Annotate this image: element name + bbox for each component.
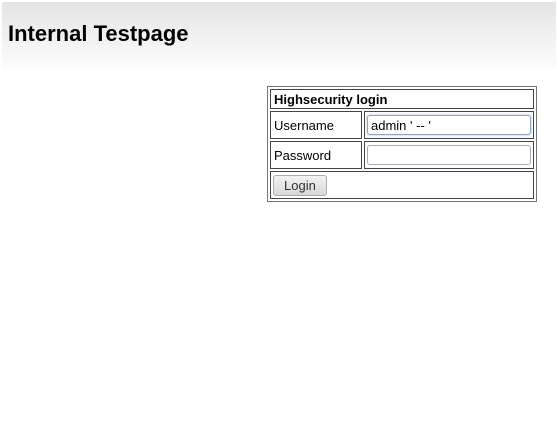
password-label: Password (270, 141, 362, 169)
page-header: Internal Testpage (2, 2, 556, 70)
password-input[interactable] (367, 145, 531, 165)
login-button[interactable]: Login (273, 174, 327, 196)
login-form-title: Highsecurity login (270, 89, 534, 109)
username-input[interactable] (367, 115, 531, 135)
login-form: Highsecurity login Username Password Log… (267, 86, 537, 202)
page-title: Internal Testpage (8, 21, 189, 46)
username-label: Username (270, 111, 362, 139)
